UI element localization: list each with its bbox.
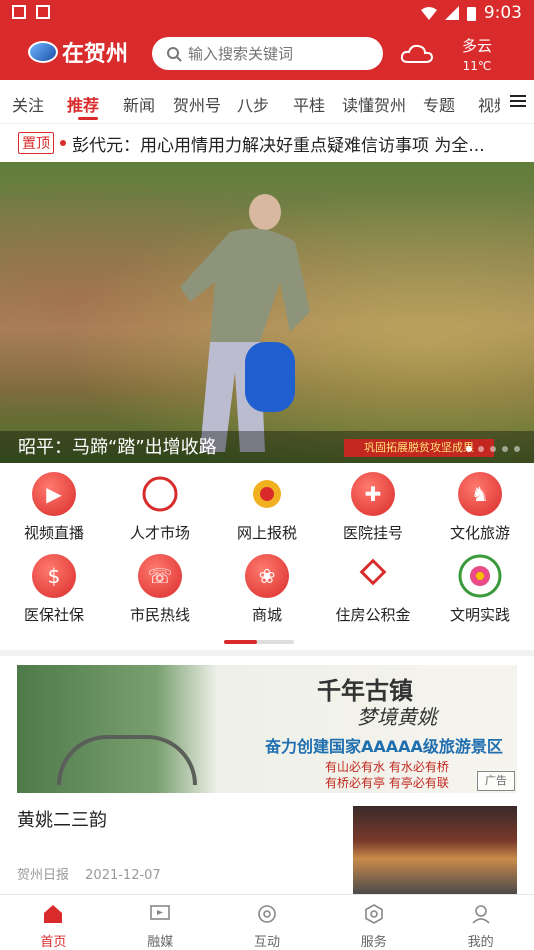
service-online-tax[interactable]: 网上报税 <box>217 472 317 543</box>
services-grid: ▶ 视频直播 人才市场 网上报税 ✚ 医院挂号 ♞ 文化旅游 $ 医保社保 ☏ … <box>0 464 534 650</box>
nav-service[interactable]: 服务 <box>320 895 427 950</box>
search-bar[interactable] <box>152 37 383 70</box>
weather-widget[interactable]: 多云 11℃ <box>452 35 502 73</box>
news-meta: 贺州日报 2021-12-07 <box>17 864 161 883</box>
talent-market-logo-icon <box>138 472 182 516</box>
search-input[interactable] <box>188 44 368 63</box>
user-icon <box>472 905 490 924</box>
ad-banner[interactable]: 千年古镇 梦境黄姚 奋力创建国家AAAAA级旅游景区 有山必有水 有水必有桥 有… <box>17 665 517 793</box>
stone-bridge-illustration <box>57 735 197 785</box>
news-source: 贺州日报 <box>17 868 70 883</box>
farmer-figure <box>180 194 310 452</box>
headline-dot <box>60 140 66 146</box>
service-talent-market[interactable]: 人才市场 <box>110 472 210 543</box>
pinned-headline[interactable]: 置顶 彭代元：用心用情用力解决好重点疑难信访事项 为全... <box>0 124 534 162</box>
signal-icon <box>444 6 459 20</box>
cloud-weather-icon <box>400 44 434 63</box>
logo-mark-icon <box>28 41 58 63</box>
service-hexagon-icon <box>364 904 383 924</box>
channel-menu-icon[interactable] <box>508 92 528 112</box>
search-icon <box>167 46 182 62</box>
tab-pinggui[interactable]: 平桂 <box>293 92 325 116</box>
home-icon <box>44 905 63 923</box>
news-item[interactable]: 黄姚二三韵 贺州日报 2021-12-07 <box>17 806 517 894</box>
hero-caption: 昭平：马蹄“踏”出增收路 <box>18 437 217 458</box>
hospital-icon: ✚ <box>351 472 395 516</box>
service-video-live[interactable]: ▶ 视频直播 <box>4 472 104 543</box>
money-bag-icon: $ <box>32 554 76 598</box>
tab-news[interactable]: 新闻 <box>123 92 155 116</box>
news-thumbnail <box>353 806 517 894</box>
tab-recommend[interactable]: 推荐 <box>67 92 99 116</box>
ad-line3: 奋力创建国家AAAAA级旅游景区 <box>265 737 503 756</box>
bottom-nav: 首页 融媒 互动 服务 我的 <box>0 894 534 950</box>
tv-icon: ▶ <box>32 472 76 516</box>
ad-line2: 梦境黄姚 <box>357 705 437 729</box>
service-civilization-practice[interactable]: 文明实践 <box>430 554 530 625</box>
weather-temp: 11℃ <box>462 59 492 73</box>
news-date: 2021-12-07 <box>85 868 161 883</box>
service-culture-tourism[interactable]: ♞ 文化旅游 <box>430 472 530 543</box>
tab-understand-hezhou[interactable]: 读懂贺州 <box>342 92 406 116</box>
interact-icon <box>258 905 276 923</box>
wifi-icon <box>420 7 437 20</box>
civilization-logo-icon <box>458 554 502 598</box>
nav-home[interactable]: 首页 <box>0 895 107 950</box>
service-mall[interactable]: ❀ 商城 <box>217 554 317 625</box>
tv-icon <box>150 905 170 920</box>
app-header: 9:03 在贺州 多云 11℃ <box>0 0 534 80</box>
headline-text: 彭代元：用心用情用力解决好重点疑难信访事项 为全... <box>72 135 485 156</box>
nav-interact[interactable]: 互动 <box>214 895 321 950</box>
tax-emblem-icon <box>245 472 289 516</box>
status-bar: 9:03 <box>0 0 534 28</box>
tab-babu[interactable]: 八步 <box>237 92 269 116</box>
nav-media[interactable]: 融媒 <box>107 895 214 950</box>
housing-fund-logo-icon <box>351 554 395 598</box>
ad-slogan: 有山必有水 有水必有桥 有桥必有亭 有亭必有联 <box>325 760 449 790</box>
service-housing-fund[interactable]: 住房公积金 <box>323 554 423 625</box>
tab-active-underline <box>78 117 98 120</box>
service-citizen-hotline[interactable]: ☏ 市民热线 <box>110 554 210 625</box>
tab-follow[interactable]: 关注 <box>12 92 44 116</box>
nav-mine[interactable]: 我的 <box>427 895 534 950</box>
tab-hezhou-hao[interactable]: 贺州号 <box>173 92 221 116</box>
shopping-icon: ❀ <box>245 554 289 598</box>
app-name: 在贺州 <box>62 41 129 67</box>
phone-icon: ☏ <box>138 554 182 598</box>
pinned-tag: 置顶 <box>18 132 54 154</box>
channel-tabs: 关注 推荐 新闻 贺州号 八步 平桂 读懂贺州 专题 视频 <box>0 80 534 124</box>
tab-video[interactable]: 视频 <box>478 92 500 116</box>
carousel-dots <box>466 446 520 452</box>
app-notification-icon <box>12 5 26 19</box>
ad-tag: 广告 <box>477 771 515 791</box>
hero-carousel[interactable]: 昭平：马蹄“踏”出增收路 巩固拓展脱贫攻坚成果 <box>0 162 534 463</box>
section-divider <box>0 650 534 656</box>
news-title: 黄姚二三韵 <box>17 810 107 831</box>
app-logo[interactable]: 在贺州 <box>28 36 128 68</box>
service-hospital-registration[interactable]: ✚ 医院挂号 <box>323 472 423 543</box>
horse-icon: ♞ <box>458 472 502 516</box>
notification-a-icon <box>36 5 50 19</box>
service-medical-insurance[interactable]: $ 医保社保 <box>4 554 104 625</box>
status-time: 9:03 <box>483 3 522 23</box>
grid-page-indicator <box>224 640 294 644</box>
weather-condition: 多云 <box>461 37 492 55</box>
battery-icon <box>466 7 476 21</box>
tab-special[interactable]: 专题 <box>423 92 455 116</box>
